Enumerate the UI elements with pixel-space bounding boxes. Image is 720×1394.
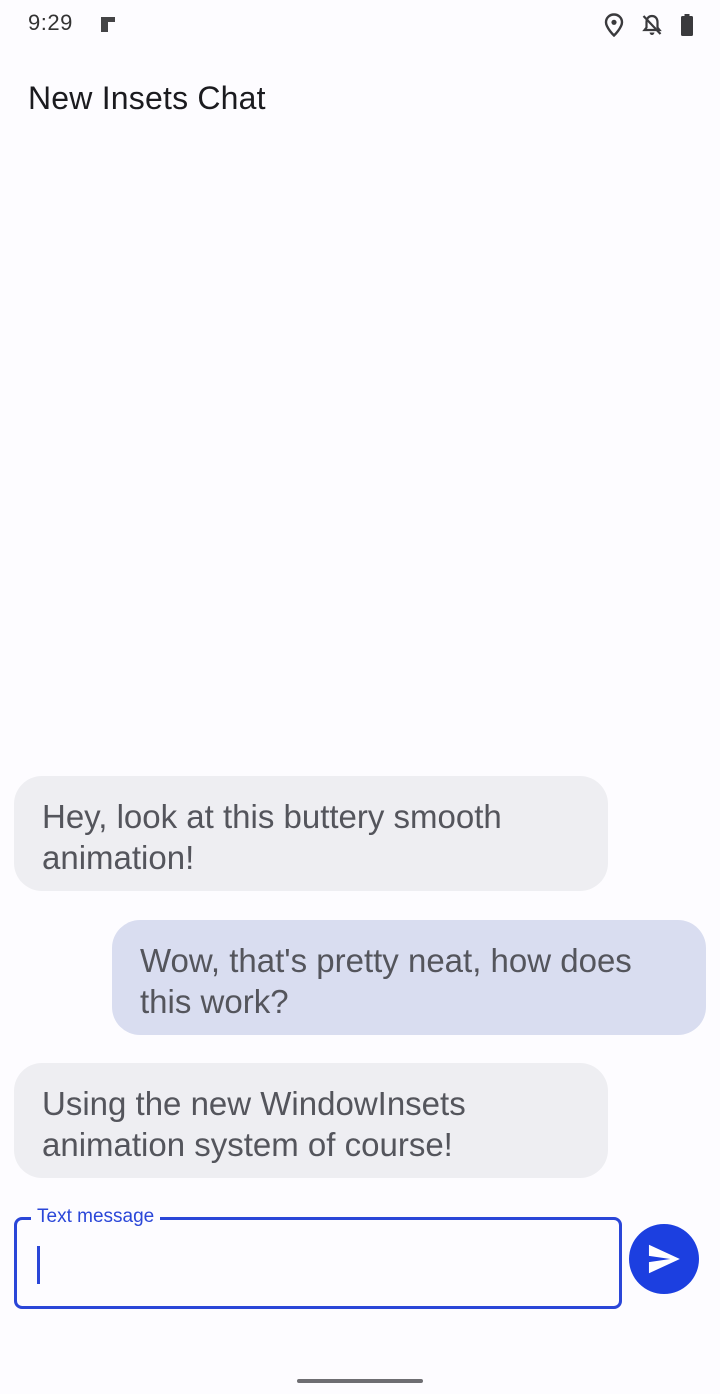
gesture-navigation-handle[interactable] (297, 1379, 423, 1383)
message-incoming: Hey, look at this buttery smooth animati… (14, 776, 608, 891)
message-outgoing: Wow, that's pretty neat, how does this w… (112, 920, 706, 1035)
text-cursor (37, 1246, 40, 1284)
location-icon (604, 13, 624, 37)
message-input[interactable] (33, 1238, 593, 1288)
message-input-field[interactable]: Text message (14, 1204, 622, 1309)
message-incoming: Using the new WindowInsets animation sys… (14, 1063, 608, 1178)
status-time: 9:29 (28, 10, 73, 35)
page-title: New Insets Chat (28, 80, 266, 116)
message-input-label: Text message (31, 1204, 161, 1230)
send-button[interactable] (629, 1224, 699, 1294)
battery-icon (680, 13, 694, 37)
message-list: Hey, look at this buttery smooth animati… (0, 0, 720, 1394)
send-icon (645, 1240, 683, 1278)
app-notification-icon (99, 15, 117, 33)
notifications-off-icon (640, 13, 664, 37)
status-bar: 9:29 (0, 0, 720, 50)
status-icons (604, 11, 694, 39)
